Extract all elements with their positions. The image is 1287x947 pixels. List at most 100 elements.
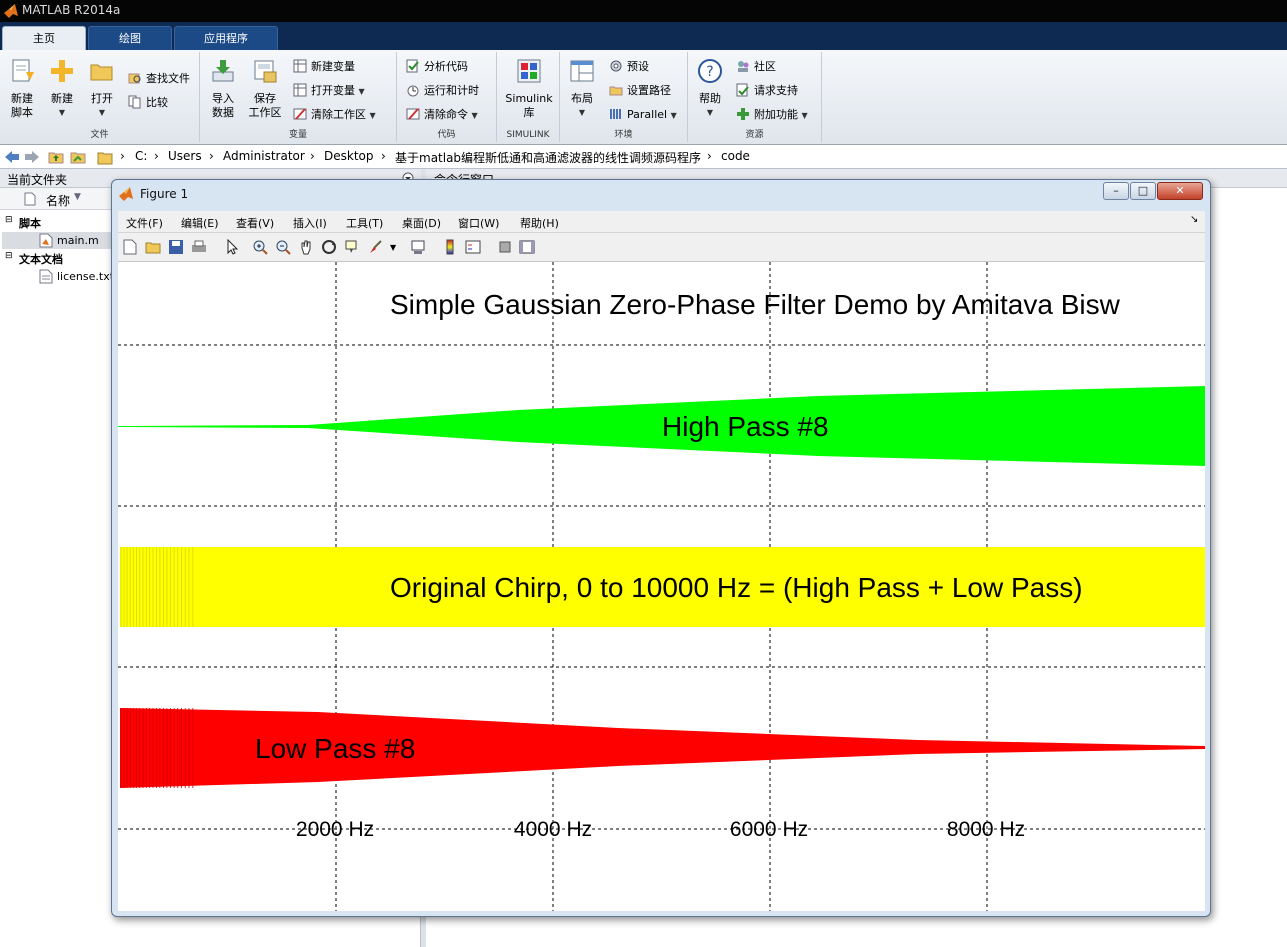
zoom-in-icon[interactable] xyxy=(252,239,268,255)
set-path-button[interactable]: 设置路径 xyxy=(609,82,671,100)
sort-caret-icon: ▼ xyxy=(74,192,81,202)
save-workspace-label-2: 工作区 xyxy=(248,106,282,119)
open-label: 打开 xyxy=(91,92,113,105)
open-variable-caret[interactable]: ▼ xyxy=(359,87,365,96)
layout-label: 布局 xyxy=(571,92,593,105)
ribbon-group-file: 新建 脚本 新建 ▼ 打开 ▼ 查找文件 比较 文件 xyxy=(0,52,200,142)
pointer-icon[interactable] xyxy=(224,239,240,255)
brush-icon[interactable] xyxy=(368,239,384,255)
import-data-button[interactable]: 导入 数据 xyxy=(203,52,243,120)
save-workspace-button[interactable]: 保存 工作区 xyxy=(245,52,285,120)
list-item[interactable]: main.m xyxy=(2,232,112,249)
open-variable-button[interactable]: 打开变量 ▼ xyxy=(293,82,365,100)
print-icon[interactable] xyxy=(191,239,207,255)
legend-icon[interactable] xyxy=(465,239,481,255)
menu-edit[interactable]: 编辑(E) xyxy=(181,215,219,231)
breadcrumb-code[interactable]: code xyxy=(721,149,750,163)
simulink-library-button[interactable]: Simulink 库 xyxy=(503,52,555,120)
hide-plot-tools-icon[interactable] xyxy=(497,239,513,255)
analyze-code-icon xyxy=(406,59,419,73)
ribbon-group-code: 分析代码 运行和计时 清除命令 ▼ 代码 xyxy=(397,52,497,142)
group-label-variable: 变量 xyxy=(288,130,307,140)
rotate-3d-icon[interactable] xyxy=(321,239,337,255)
breadcrumb-sep: › xyxy=(209,149,214,163)
request-support-button[interactable]: 请求支持 xyxy=(736,82,798,100)
forward-arrow-icon[interactable] xyxy=(24,149,40,165)
menu-help[interactable]: 帮助(H) xyxy=(520,215,559,231)
clear-workspace-caret[interactable]: ▼ xyxy=(370,111,376,120)
collapse-toggle-icon[interactable]: ⊟ xyxy=(5,251,13,261)
parallel-button[interactable]: Parallel ▼ xyxy=(609,106,677,124)
breadcrumb-users[interactable]: Users xyxy=(168,149,202,163)
new-variable-label: 新建变量 xyxy=(311,60,355,73)
up-folder-icon[interactable] xyxy=(48,149,64,165)
help-dropdown-caret[interactable]: ▼ xyxy=(690,106,730,120)
data-cursor-icon[interactable] xyxy=(344,239,360,255)
new-variable-button[interactable]: 新建变量 xyxy=(293,58,355,76)
ribbon-group-variable: 导入 数据 保存 工作区 新建变量 打开变量 ▼ 清除工作区 ▼ 变量 xyxy=(200,52,397,142)
close-button[interactable]: ✕ xyxy=(1157,182,1203,200)
open-dropdown-caret[interactable]: ▼ xyxy=(82,106,122,120)
community-button[interactable]: 社区 xyxy=(736,58,776,76)
maximize-button[interactable]: □ xyxy=(1130,182,1156,200)
layout-button[interactable]: 布局 ▼ xyxy=(562,52,602,120)
minimize-button[interactable]: – xyxy=(1103,182,1129,200)
app-title: MATLAB R2014a xyxy=(22,3,121,17)
new-figure-icon[interactable] xyxy=(122,239,138,255)
breadcrumb-administrator[interactable]: Administrator xyxy=(223,149,305,163)
colorbar-icon[interactable] xyxy=(442,239,458,255)
show-plot-tools-icon[interactable] xyxy=(519,239,535,255)
brush-dropdown-caret[interactable]: ▼ xyxy=(390,243,396,252)
preferences-button[interactable]: 预设 xyxy=(609,58,649,76)
menu-tools[interactable]: 工具(T) xyxy=(346,215,383,231)
dock-arrow-icon[interactable]: ↘ xyxy=(1190,214,1198,225)
save-icon[interactable] xyxy=(168,239,184,255)
request-support-icon xyxy=(736,83,749,97)
collapse-toggle-icon[interactable]: ⊟ xyxy=(5,215,13,225)
add-ons-caret[interactable]: ▼ xyxy=(802,111,808,120)
analyze-code-button[interactable]: 分析代码 xyxy=(406,58,468,76)
new-dropdown-caret[interactable]: ▼ xyxy=(42,106,82,120)
breadcrumb-c[interactable]: C: xyxy=(135,149,147,163)
clear-commands-caret[interactable]: ▼ xyxy=(472,111,478,120)
menu-file[interactable]: 文件(F) xyxy=(126,215,163,231)
run-and-time-button[interactable]: 运行和计时 xyxy=(406,82,479,100)
help-button[interactable]: ? 帮助 ▼ xyxy=(690,52,730,120)
layout-dropdown-caret[interactable]: ▼ xyxy=(562,106,602,120)
breadcrumb-sep: › xyxy=(120,149,125,163)
help-label: 帮助 xyxy=(699,92,721,105)
add-ons-button[interactable]: 附加功能 ▼ xyxy=(736,106,808,124)
menu-window[interactable]: 窗口(W) xyxy=(458,215,499,231)
simulink-library-icon xyxy=(517,59,541,83)
new-button[interactable]: 新建 ▼ xyxy=(42,52,82,120)
tab-plots[interactable]: 绘图 xyxy=(88,26,172,50)
breadcrumb-sep: › xyxy=(154,149,159,163)
find-files-button[interactable]: 查找文件 xyxy=(128,70,190,88)
breadcrumb-desktop[interactable]: Desktop xyxy=(324,149,374,163)
menu-insert[interactable]: 插入(I) xyxy=(293,215,327,231)
breadcrumb-project[interactable]: 基于matlab编程斯低通和高通滤波器的线性调频源码程序 xyxy=(395,149,701,166)
address-bar: › C: › Users › Administrator › Desktop ›… xyxy=(0,145,1287,169)
pan-hand-icon[interactable] xyxy=(298,239,314,255)
figure-axes[interactable]: Simple Gaussian Zero-Phase Filter Demo b… xyxy=(118,262,1205,911)
tab-apps[interactable]: 应用程序 xyxy=(174,26,278,50)
gear-icon xyxy=(610,60,622,72)
new-script-button[interactable]: 新建 脚本 xyxy=(2,52,42,120)
browse-folder-icon[interactable] xyxy=(70,149,86,165)
list-item[interactable]: license.txt xyxy=(2,268,114,285)
open-button[interactable]: 打开 ▼ xyxy=(82,52,122,120)
zoom-out-icon[interactable] xyxy=(275,239,291,255)
compare-button[interactable]: 比较 xyxy=(128,94,168,112)
clear-workspace-button[interactable]: 清除工作区 ▼ xyxy=(293,106,376,124)
import-data-icon xyxy=(212,60,234,82)
menu-view[interactable]: 查看(V) xyxy=(236,215,274,231)
open-file-icon[interactable] xyxy=(145,239,161,255)
matlab-logo-icon xyxy=(4,4,18,18)
link-plot-icon[interactable] xyxy=(410,239,426,255)
menu-desktop[interactable]: 桌面(D) xyxy=(402,215,441,231)
back-arrow-icon[interactable] xyxy=(4,149,20,165)
parallel-caret[interactable]: ▼ xyxy=(671,111,677,120)
open-variable-icon xyxy=(293,83,307,97)
tab-home[interactable]: 主页 xyxy=(2,26,86,50)
clear-commands-button[interactable]: 清除命令 ▼ xyxy=(406,106,478,124)
